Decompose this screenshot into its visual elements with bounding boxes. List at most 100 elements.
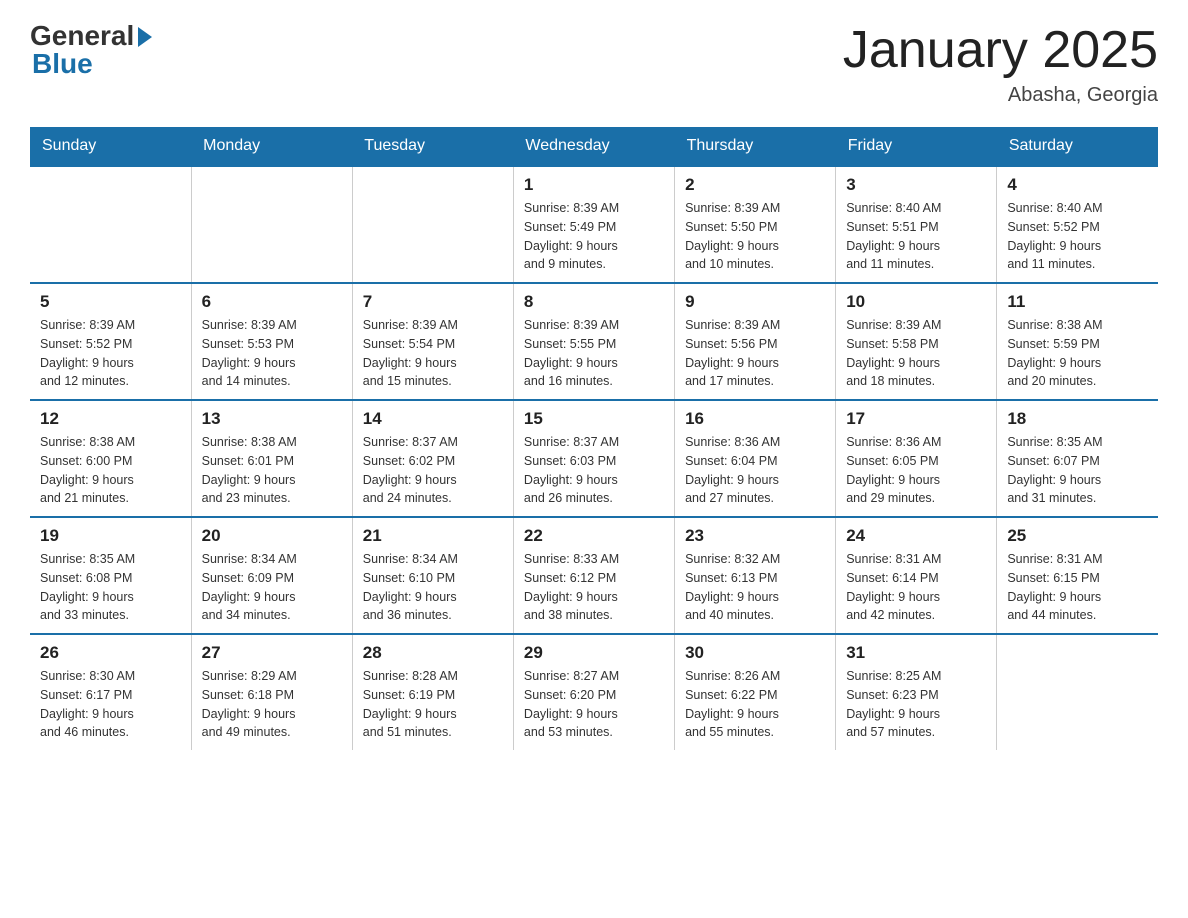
calendar-day-cell: 24Sunrise: 8:31 AMSunset: 6:14 PMDayligh… <box>836 517 997 634</box>
day-number: 10 <box>846 292 986 312</box>
day-info: Sunrise: 8:39 AMSunset: 5:50 PMDaylight:… <box>685 199 825 274</box>
calendar-day-cell: 20Sunrise: 8:34 AMSunset: 6:09 PMDayligh… <box>191 517 352 634</box>
day-info: Sunrise: 8:38 AMSunset: 5:59 PMDaylight:… <box>1007 316 1148 391</box>
calendar-day-cell: 15 Sunrise: 8:37 AMSunset: 6:03 PMDayligh… <box>513 400 674 517</box>
calendar-empty-cell <box>997 634 1158 750</box>
day-info: Sunrise: 8:38 AMSunset: 6:00 PMDaylight:… <box>40 433 181 508</box>
day-info: Sunrise: 8:39 AMSunset: 5:52 PMDaylight:… <box>40 316 181 391</box>
day-info: Sunrise: 8:36 AMSunset: 6:04 PMDaylight:… <box>685 433 825 508</box>
day-number: 27 <box>202 643 342 663</box>
day-number: 23 <box>685 526 825 546</box>
day-number: 19 <box>40 526 181 546</box>
calendar-day-cell: 6Sunrise: 8:39 AMSunset: 5:53 PMDaylight… <box>191 283 352 400</box>
title-section: January 2025 Abasha, Georgia <box>843 20 1158 107</box>
location-text: Abasha, Georgia <box>843 84 1158 107</box>
calendar-day-cell: 16 Sunrise: 8:36 AMSunset: 6:04 PMDayligh… <box>675 400 836 517</box>
calendar-day-cell: 31 Sunrise: 8:25 AMSunset: 6:23 PMDayligh… <box>836 634 997 750</box>
calendar-week-row: 5 Sunrise: 8:39 AMSunset: 5:52 PMDaylight… <box>30 283 1158 400</box>
calendar-table: SundayMondayTuesdayWednesdayThursdayFrid… <box>30 127 1158 750</box>
calendar-day-cell: 9 Sunrise: 8:39 AMSunset: 5:56 PMDaylight… <box>675 283 836 400</box>
day-info: Sunrise: 8:40 AMSunset: 5:51 PMDaylight:… <box>846 199 986 274</box>
calendar-week-row: 12Sunrise: 8:38 AMSunset: 6:00 PMDayligh… <box>30 400 1158 517</box>
day-number: 17 <box>846 409 986 429</box>
calendar-day-cell: 14 Sunrise: 8:37 AMSunset: 6:02 PMDayligh… <box>352 400 513 517</box>
day-of-week-header: Sunday <box>30 127 191 166</box>
day-number: 15 <box>524 409 664 429</box>
calendar-empty-cell <box>30 166 191 283</box>
calendar-week-row: 1 Sunrise: 8:39 AMSunset: 5:49 PMDaylight… <box>30 166 1158 283</box>
day-number: 21 <box>363 526 503 546</box>
calendar-empty-cell <box>191 166 352 283</box>
day-info: Sunrise: 8:39 AMSunset: 5:49 PMDaylight:… <box>524 199 664 274</box>
day-info: Sunrise: 8:30 AMSunset: 6:17 PMDaylight:… <box>40 667 181 742</box>
day-number: 6 <box>202 292 342 312</box>
calendar-day-cell: 18 Sunrise: 8:35 AMSunset: 6:07 PMDayligh… <box>997 400 1158 517</box>
page-header: General Blue January 2025 Abasha, Georgi… <box>30 20 1158 107</box>
calendar-week-row: 26 Sunrise: 8:30 AMSunset: 6:17 PMDayligh… <box>30 634 1158 750</box>
day-of-week-header: Monday <box>191 127 352 166</box>
day-number: 29 <box>524 643 664 663</box>
calendar-day-cell: 3 Sunrise: 8:40 AMSunset: 5:51 PMDaylight… <box>836 166 997 283</box>
day-info: Sunrise: 8:29 AMSunset: 6:18 PMDaylight:… <box>202 667 342 742</box>
day-info: Sunrise: 8:25 AMSunset: 6:23 PMDaylight:… <box>846 667 986 742</box>
day-number: 1 <box>524 175 664 195</box>
calendar-header-row: SundayMondayTuesdayWednesdayThursdayFrid… <box>30 127 1158 166</box>
day-info: Sunrise: 8:39 AMSunset: 5:54 PMDaylight:… <box>363 316 503 391</box>
day-info: Sunrise: 8:26 AMSunset: 6:22 PMDaylight:… <box>685 667 825 742</box>
day-number: 25 <box>1007 526 1148 546</box>
day-info: Sunrise: 8:27 AMSunset: 6:20 PMDaylight:… <box>524 667 664 742</box>
calendar-day-cell: 25 Sunrise: 8:31 AMSunset: 6:15 PMDayligh… <box>997 517 1158 634</box>
calendar-day-cell: 12Sunrise: 8:38 AMSunset: 6:00 PMDayligh… <box>30 400 191 517</box>
day-info: Sunrise: 8:37 AMSunset: 6:03 PMDaylight:… <box>524 433 664 508</box>
calendar-day-cell: 29 Sunrise: 8:27 AMSunset: 6:20 PMDayligh… <box>513 634 674 750</box>
day-number: 20 <box>202 526 342 546</box>
day-number: 24 <box>846 526 986 546</box>
day-info: Sunrise: 8:37 AMSunset: 6:02 PMDaylight:… <box>363 433 503 508</box>
day-of-week-header: Wednesday <box>513 127 674 166</box>
day-info: Sunrise: 8:28 AMSunset: 6:19 PMDaylight:… <box>363 667 503 742</box>
day-number: 2 <box>685 175 825 195</box>
day-number: 18 <box>1007 409 1148 429</box>
day-number: 5 <box>40 292 181 312</box>
day-info: Sunrise: 8:31 AMSunset: 6:15 PMDaylight:… <box>1007 550 1148 625</box>
day-number: 31 <box>846 643 986 663</box>
calendar-day-cell: 17Sunrise: 8:36 AMSunset: 6:05 PMDayligh… <box>836 400 997 517</box>
day-info: Sunrise: 8:38 AMSunset: 6:01 PMDaylight:… <box>202 433 342 508</box>
day-number: 3 <box>846 175 986 195</box>
logo-arrow-icon <box>138 27 152 47</box>
day-number: 26 <box>40 643 181 663</box>
day-of-week-header: Friday <box>836 127 997 166</box>
calendar-day-cell: 5 Sunrise: 8:39 AMSunset: 5:52 PMDaylight… <box>30 283 191 400</box>
day-info: Sunrise: 8:39 AMSunset: 5:55 PMDaylight:… <box>524 316 664 391</box>
day-number: 11 <box>1007 292 1148 312</box>
day-info: Sunrise: 8:32 AMSunset: 6:13 PMDaylight:… <box>685 550 825 625</box>
day-number: 7 <box>363 292 503 312</box>
logo-blue-text: Blue <box>32 48 93 80</box>
day-number: 9 <box>685 292 825 312</box>
day-number: 30 <box>685 643 825 663</box>
day-number: 28 <box>363 643 503 663</box>
calendar-day-cell: 2 Sunrise: 8:39 AMSunset: 5:50 PMDaylight… <box>675 166 836 283</box>
day-info: Sunrise: 8:40 AMSunset: 5:52 PMDaylight:… <box>1007 199 1148 274</box>
calendar-title: January 2025 <box>843 20 1158 80</box>
calendar-day-cell: 28 Sunrise: 8:28 AMSunset: 6:19 PMDayligh… <box>352 634 513 750</box>
day-info: Sunrise: 8:34 AMSunset: 6:10 PMDaylight:… <box>363 550 503 625</box>
day-number: 14 <box>363 409 503 429</box>
day-number: 13 <box>202 409 342 429</box>
calendar-day-cell: 7 Sunrise: 8:39 AMSunset: 5:54 PMDaylight… <box>352 283 513 400</box>
calendar-day-cell: 11 Sunrise: 8:38 AMSunset: 5:59 PMDayligh… <box>997 283 1158 400</box>
day-info: Sunrise: 8:33 AMSunset: 6:12 PMDaylight:… <box>524 550 664 625</box>
calendar-week-row: 19Sunrise: 8:35 AMSunset: 6:08 PMDayligh… <box>30 517 1158 634</box>
calendar-day-cell: 10 Sunrise: 8:39 AMSunset: 5:58 PMDayligh… <box>836 283 997 400</box>
day-info: Sunrise: 8:39 AMSunset: 5:58 PMDaylight:… <box>846 316 986 391</box>
day-number: 4 <box>1007 175 1148 195</box>
day-of-week-header: Tuesday <box>352 127 513 166</box>
calendar-day-cell: 23 Sunrise: 8:32 AMSunset: 6:13 PMDayligh… <box>675 517 836 634</box>
logo: General Blue <box>30 20 152 80</box>
calendar-day-cell: 30 Sunrise: 8:26 AMSunset: 6:22 PMDayligh… <box>675 634 836 750</box>
calendar-day-cell: 19Sunrise: 8:35 AMSunset: 6:08 PMDayligh… <box>30 517 191 634</box>
calendar-day-cell: 4 Sunrise: 8:40 AMSunset: 5:52 PMDaylight… <box>997 166 1158 283</box>
day-info: Sunrise: 8:35 AMSunset: 6:07 PMDaylight:… <box>1007 433 1148 508</box>
day-info: Sunrise: 8:39 AMSunset: 5:56 PMDaylight:… <box>685 316 825 391</box>
day-number: 16 <box>685 409 825 429</box>
